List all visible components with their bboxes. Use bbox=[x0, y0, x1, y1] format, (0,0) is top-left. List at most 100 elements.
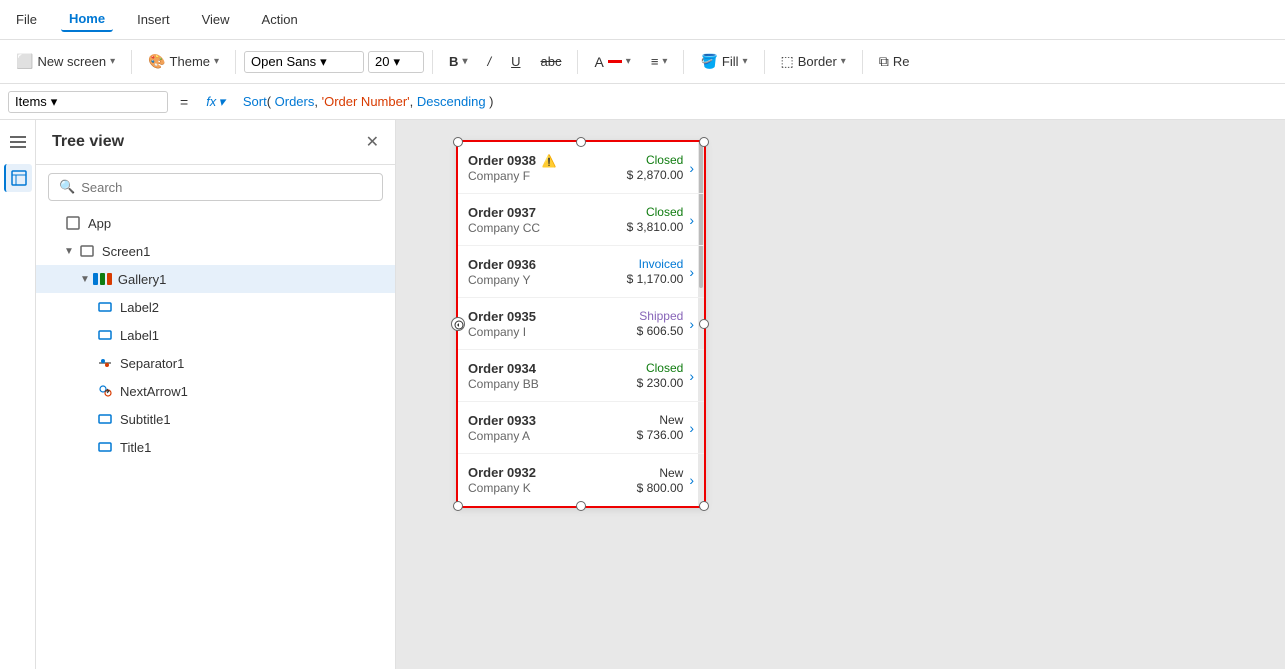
font-size-value: 20 bbox=[375, 54, 389, 69]
formula-comma-1: , bbox=[314, 94, 321, 109]
bold-label: B bbox=[449, 54, 458, 69]
tree-items-list: App ▼ Screen1 ▼ Gallery1 bbox=[36, 209, 395, 669]
gallery-widget[interactable]: Order 0938 ⚠️ Company F Closed $ 2,870.0… bbox=[456, 140, 706, 508]
font-color-chevron-icon: ▾ bbox=[626, 56, 631, 67]
tree-item-label1[interactable]: Label1 bbox=[36, 321, 395, 349]
tree-item-gallery1[interactable]: ▼ Gallery1 bbox=[36, 265, 395, 293]
italic-label: / bbox=[487, 54, 491, 69]
font-size-select[interactable]: 20 ▾ bbox=[368, 51, 424, 73]
subtitle1-icon bbox=[96, 410, 114, 428]
reorder-button[interactable]: ⧉ Re bbox=[871, 49, 918, 74]
align-button[interactable]: ≡ ▾ bbox=[643, 50, 676, 73]
reorder-label: Re bbox=[893, 54, 910, 69]
new-screen-button[interactable]: ⬜ New screen ▾ bbox=[8, 49, 123, 74]
screen1-icon bbox=[78, 242, 96, 260]
gallery-item-0938-amount: $ 2,870.00 bbox=[627, 168, 684, 182]
font-family-value: Open Sans bbox=[251, 54, 316, 69]
gallery-item-0932-chevron-icon[interactable]: › bbox=[689, 472, 694, 488]
gallery-item-0938-status: Closed bbox=[646, 153, 683, 167]
tree-item-app-label: App bbox=[88, 216, 383, 231]
gallery-item-0937[interactable]: Order 0937 Company CC Closed $ 3,810.00 … bbox=[458, 194, 704, 246]
toolbar-separator-1 bbox=[131, 50, 132, 74]
bold-button[interactable]: B ▾ bbox=[441, 50, 475, 73]
gallery-item-0935-title: Order 0935 bbox=[468, 309, 637, 324]
align-icon: ≡ bbox=[651, 54, 659, 69]
italic-button[interactable]: / bbox=[479, 50, 499, 73]
menu-item-insert[interactable]: Insert bbox=[129, 8, 178, 31]
tree-search-input[interactable] bbox=[81, 180, 372, 195]
gallery-item-0936-chevron-icon[interactable]: › bbox=[689, 264, 694, 280]
font-color-button[interactable]: A ▾ bbox=[586, 50, 638, 74]
border-icon: ⬚ bbox=[781, 53, 794, 70]
tree-item-subtitle1[interactable]: Subtitle1 bbox=[36, 405, 395, 433]
tree-close-button[interactable]: ✕ bbox=[366, 132, 379, 152]
strikethrough-button[interactable]: abc bbox=[532, 50, 569, 73]
gallery-item-0935[interactable]: Order 0935 Company I Shipped $ 606.50 › bbox=[458, 298, 704, 350]
tree-item-app[interactable]: App bbox=[36, 209, 395, 237]
gallery-item-0936[interactable]: Order 0936 Company Y Invoiced $ 1,170.00… bbox=[458, 246, 704, 298]
gallery-item-0932[interactable]: Order 0932 Company K New $ 800.00 › bbox=[458, 454, 704, 506]
formula-selector[interactable]: Items ▾ bbox=[8, 91, 168, 113]
menu-item-file[interactable]: File bbox=[8, 8, 45, 31]
handle-top-left[interactable] bbox=[453, 137, 463, 147]
gallery-item-0934-title: Order 0934 bbox=[468, 361, 637, 376]
label2-icon bbox=[96, 298, 114, 316]
gallery-item-0938[interactable]: Order 0938 ⚠️ Company F Closed $ 2,870.0… bbox=[458, 142, 704, 194]
gallery-item-0934-chevron-icon[interactable]: › bbox=[689, 368, 694, 384]
handle-bottom-left[interactable] bbox=[453, 501, 463, 511]
gallery-item-0933-title: Order 0933 bbox=[468, 413, 637, 428]
gallery-item-0937-chevron-icon[interactable]: › bbox=[689, 212, 694, 228]
reorder-icon: ⧉ bbox=[879, 53, 889, 70]
gallery-item-0934[interactable]: Order 0934 Company BB Closed $ 230.00 › bbox=[458, 350, 704, 402]
tree-item-gallery1-label: Gallery1 bbox=[118, 272, 383, 287]
gallery-item-0933-chevron-icon[interactable]: › bbox=[689, 420, 694, 436]
underline-button[interactable]: U bbox=[503, 50, 528, 73]
formula-selector-chevron-icon: ▾ bbox=[51, 94, 58, 110]
tree-item-screen1[interactable]: ▼ Screen1 bbox=[36, 237, 395, 265]
gallery-item-0933[interactable]: Order 0933 Company A New $ 736.00 › bbox=[458, 402, 704, 454]
theme-icon: 🎨 bbox=[148, 53, 165, 70]
handle-bottom-right[interactable] bbox=[699, 501, 709, 511]
gallery-item-0936-amount: $ 1,170.00 bbox=[627, 272, 684, 286]
theme-button[interactable]: 🎨 Theme ▾ bbox=[140, 49, 227, 74]
sidebar-hamburger-icon[interactable] bbox=[4, 128, 32, 156]
gallery-item-0938-chevron-icon[interactable]: › bbox=[689, 160, 694, 176]
tree-item-label2-label: Label2 bbox=[120, 300, 383, 315]
handle-top-middle[interactable] bbox=[576, 137, 586, 147]
border-chevron-icon: ▾ bbox=[841, 56, 846, 67]
tree-item-separator1[interactable]: Separator1 bbox=[36, 349, 395, 377]
tree-item-label2[interactable]: Label2 bbox=[36, 293, 395, 321]
formula-comma-2: , bbox=[410, 94, 417, 109]
formula-bar: Items ▾ = fx ▾ Sort( Orders, 'Order Numb… bbox=[0, 84, 1285, 120]
formula-fx-button[interactable]: fx ▾ bbox=[200, 92, 231, 112]
gallery-item-0935-status: Shipped bbox=[639, 309, 683, 323]
handle-top-right[interactable] bbox=[699, 137, 709, 147]
menu-item-home[interactable]: Home bbox=[61, 7, 113, 32]
handle-bottom-middle[interactable] bbox=[576, 501, 586, 511]
gallery-item-0932-right: New $ 800.00 bbox=[637, 466, 684, 495]
font-family-select[interactable]: Open Sans ▾ bbox=[244, 51, 364, 73]
sidebar-layers-icon[interactable] bbox=[4, 164, 32, 192]
formula-equals-sign: = bbox=[172, 94, 196, 110]
main-area: Tree view ✕ 🔍 App ▼ Scr bbox=[0, 120, 1285, 669]
tree-item-title1[interactable]: Title1 bbox=[36, 433, 395, 461]
menu-item-action[interactable]: Action bbox=[254, 8, 306, 31]
gallery-item-0937-title: Order 0937 bbox=[468, 205, 627, 220]
toolbar-separator-5 bbox=[683, 50, 684, 74]
formula-content[interactable]: Sort( Orders, 'Order Number', Descending… bbox=[235, 92, 1277, 111]
gallery-item-0934-amount: $ 230.00 bbox=[637, 376, 684, 390]
gallery-item-0937-company: Company CC bbox=[468, 221, 627, 235]
handle-middle-right[interactable] bbox=[699, 319, 709, 329]
gallery-item-0938-title: Order 0938 ⚠️ bbox=[468, 153, 627, 168]
menu-item-view[interactable]: View bbox=[194, 8, 238, 31]
fill-button[interactable]: 🪣 Fill ▾ bbox=[692, 49, 755, 74]
toolbar-separator-6 bbox=[764, 50, 765, 74]
handle-middle-left[interactable] bbox=[451, 317, 465, 331]
tree-item-title1-label: Title1 bbox=[120, 440, 383, 455]
gallery-item-0935-chevron-icon[interactable]: › bbox=[689, 316, 694, 332]
border-button[interactable]: ⬚ Border ▾ bbox=[773, 49, 854, 74]
gallery-item-0932-company: Company K bbox=[468, 481, 637, 495]
tree-item-nextarrow1[interactable]: NextArrow1 bbox=[36, 377, 395, 405]
font-size-chevron-icon: ▾ bbox=[394, 54, 401, 70]
tree-search-container: 🔍 bbox=[48, 173, 383, 201]
